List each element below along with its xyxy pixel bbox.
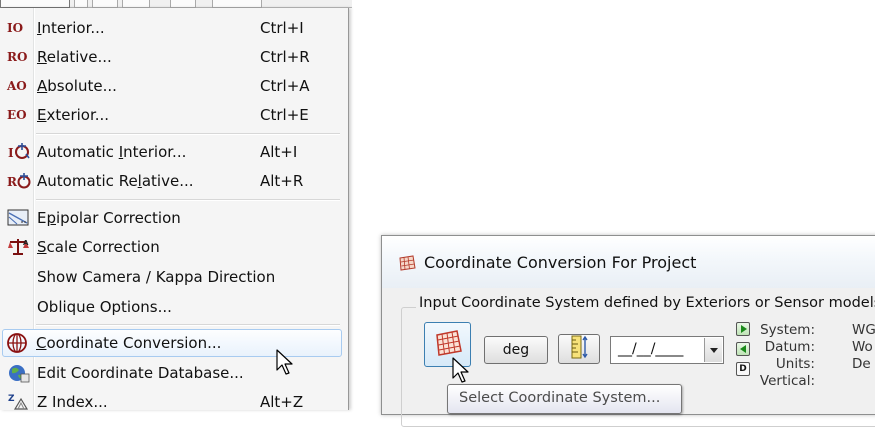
units-key: Units: (775, 356, 815, 372)
menu-item-relative[interactable]: RO Relative... Ctrl+R (2, 43, 342, 70)
coordinate-grid-icon (433, 329, 463, 361)
menu-item-oblique-options[interactable]: Oblique Options... (2, 293, 342, 320)
menu-item-label: Show Camera / Kappa Direction (37, 267, 276, 286)
io-icon: IO (7, 20, 24, 35)
database-globe-icon (7, 362, 35, 384)
mouse-cursor-icon (276, 349, 293, 375)
date-value: __/__/____ (618, 341, 684, 357)
scale-balance-icon: A (7, 236, 35, 258)
epipolar-icon (7, 207, 35, 229)
menu-tab[interactable] (122, 0, 150, 8)
automatic-relative-icon: R (7, 170, 35, 192)
menu-item-shortcut: Ctrl+R (260, 47, 310, 66)
menu-item-label: Scale Correction (37, 237, 160, 256)
vertical-ruler-icon (569, 335, 589, 363)
date-combobox[interactable]: __/__/____ (610, 336, 724, 364)
menu-item-label: Automatic Relative... (37, 171, 194, 190)
tooltip-text: Select Coordinate System... (459, 390, 661, 406)
vertical-key: Vertical: (759, 373, 815, 389)
globe-crosshair-icon (6, 332, 34, 354)
menu-item-epipolar-correction[interactable]: Epipolar Correction (2, 204, 342, 231)
svg-text:A: A (23, 239, 29, 247)
menu-item-shortcut: Alt+I (260, 142, 298, 161)
menu-item-interior[interactable]: IO Interior... Ctrl+I (2, 14, 342, 41)
menu-item-label: Oblique Options... (37, 297, 172, 316)
menu-item-label: Automatic Interior... (37, 142, 187, 161)
menu-separator (36, 133, 340, 135)
dialog-titlebar[interactable]: Coordinate Conversion For Project (382, 236, 875, 288)
units-value: De (852, 356, 871, 372)
menu-tab[interactable] (92, 0, 118, 8)
menu-item-scale-correction[interactable]: A Scale Correction (2, 233, 342, 260)
menu-item-label: Edit Coordinate Database... (37, 363, 244, 382)
menu-tab-active[interactable] (0, 0, 70, 8)
automatic-interior-icon: I (7, 141, 35, 163)
svg-text:R: R (7, 175, 18, 189)
menu-item-label: Coordinate Conversion... (36, 334, 222, 352)
menu-item-exterior[interactable]: EO Exterior... Ctrl+E (2, 101, 342, 128)
menu-item-label: Epipolar Correction (37, 208, 181, 227)
menu-item-automatic-relative[interactable]: R Automatic Relative... Alt+R (2, 167, 342, 194)
menu-item-show-camera-kappa[interactable]: Show Camera / Kappa Direction (2, 263, 342, 290)
orientation-menu: IO Interior... Ctrl+I RO Relative... Ctr… (0, 8, 349, 411)
menu-item-label: Z Index... (37, 392, 108, 411)
units-deg-button[interactable]: deg (484, 336, 548, 364)
menu-tab[interactable] (170, 0, 196, 8)
deg-label: deg (502, 342, 530, 358)
menu-item-automatic-interior[interactable]: I Automatic Interior... Alt+I (2, 138, 342, 165)
mouse-cursor-icon (452, 357, 469, 383)
menu-item-absolute[interactable]: AO Absolute... Ctrl+A (2, 72, 342, 99)
dialog-title: Coordinate Conversion For Project (424, 253, 697, 272)
menubar-strip (0, 0, 352, 8)
menu-item-label: Exterior... (37, 105, 110, 124)
menu-item-shortcut: Alt+Z (260, 392, 304, 411)
datum-value: Wo (852, 339, 873, 355)
vertical-ruler-button[interactable] (558, 334, 600, 364)
ro-icon: RO (7, 49, 28, 64)
datum-key: Datum: (764, 339, 815, 355)
system-value: WG (852, 322, 875, 338)
menu-item-label: Absolute... (37, 76, 117, 95)
menu-item-label: Relative... (37, 47, 112, 66)
svg-text:I: I (8, 146, 14, 160)
menu-item-shortcut: Ctrl+E (260, 105, 309, 124)
menu-item-label: Interior... (37, 18, 105, 37)
group-label: Input Coordinate System defined by Exter… (416, 295, 875, 311)
z-index-icon: Z (7, 391, 35, 413)
menu-tab[interactable] (74, 0, 88, 8)
eo-icon: EO (7, 107, 27, 122)
menu-tab[interactable] (212, 0, 262, 8)
menu-separator (36, 324, 340, 326)
menu-item-z-index[interactable]: Z Z Index... Alt+Z (2, 388, 342, 415)
svg-text:Z: Z (8, 394, 15, 404)
ao-icon: AO (7, 78, 27, 93)
map-grid-icon (398, 255, 416, 275)
menu-item-shortcut: Ctrl+A (260, 76, 310, 95)
menu-item-shortcut: Alt+R (260, 171, 304, 190)
menu-separator (36, 199, 340, 201)
system-key: System: (760, 322, 815, 338)
menu-item-shortcut: Ctrl+I (260, 18, 304, 37)
